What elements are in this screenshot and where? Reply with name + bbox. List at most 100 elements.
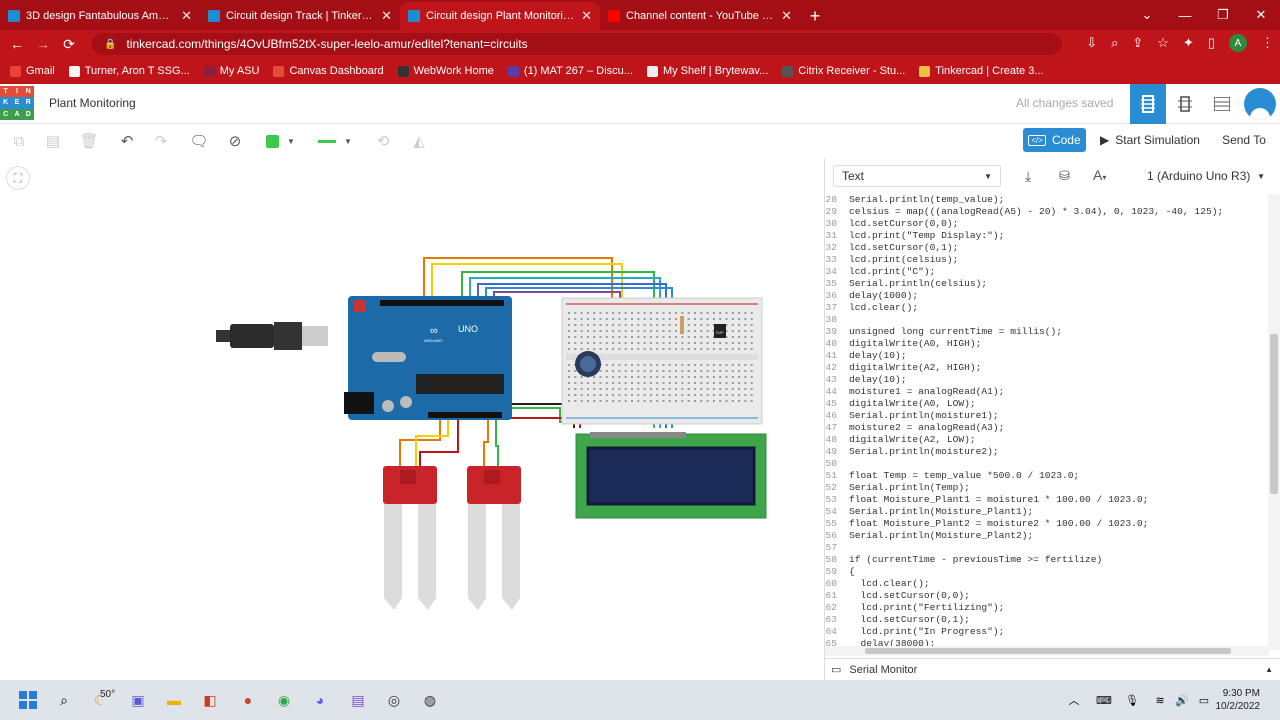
bookmark-item[interactable]: Canvas Dashboard (273, 65, 384, 77)
extensions-icon[interactable]: ✦ (1183, 35, 1194, 51)
color-picker[interactable]: ▼ (266, 130, 302, 152)
wire-type-picker[interactable]: ▼ (318, 130, 358, 152)
paste-icon[interactable]: ▤ (42, 130, 64, 152)
serial-monitor-bar[interactable]: ▭ Serial Monitor ▲ (825, 658, 1280, 680)
download-icon[interactable]: ⤓ (1025, 168, 1031, 185)
browser-tab[interactable]: Circuit design Track | Tinkercad ✕ (200, 2, 400, 30)
board-select[interactable]: 1 (Arduino Uno R3) ▼ (1139, 165, 1273, 187)
bookmark-item[interactable]: Tinkercad | Create 3... (919, 65, 1043, 77)
lock-icon[interactable]: 🔒 (104, 39, 116, 50)
close-tab-icon[interactable]: ✕ (581, 8, 592, 24)
media-icon[interactable]: ▤ (346, 688, 370, 712)
code-button[interactable]: </> Code (1023, 128, 1086, 152)
back-icon[interactable]: ← (4, 36, 30, 52)
chrome-icon[interactable]: ◉ (272, 688, 296, 712)
close-tab-icon[interactable]: ✕ (781, 8, 792, 24)
office-icon[interactable]: ◧ (198, 688, 222, 712)
minimize-button[interactable]: — (1166, 0, 1204, 30)
breadboard-hole (744, 388, 747, 390)
code-horizontal-scroll-thumb[interactable] (865, 648, 1231, 654)
profile-avatar[interactable]: A (1229, 34, 1247, 52)
lcd-display[interactable] (575, 432, 767, 519)
font-size-icon[interactable]: A▾ (1093, 167, 1106, 183)
bookmark-item[interactable]: My Shelf | Brytewav... (646, 65, 768, 77)
close-tab-icon[interactable]: ✕ (181, 8, 192, 24)
breadboard-hole (719, 388, 722, 390)
arduino-uno-board[interactable]: ∞ UNO ARDUINO (344, 296, 512, 420)
wifi-icon[interactable]: ≋ (1148, 688, 1172, 712)
browser-tab[interactable]: 3D design Fantabulous Amberis | ✕ (0, 2, 200, 30)
file-explorer-icon[interactable]: ▬ (162, 688, 186, 712)
send-to-button[interactable]: Send To (1215, 128, 1273, 152)
soil-moisture-sensor-1[interactable] (383, 466, 437, 610)
install-icon[interactable]: ⇩ (1086, 35, 1097, 51)
bookmark-star-icon[interactable]: ☆ (1157, 35, 1169, 51)
bookmark-item[interactable]: Turner, Aron T SSG... (68, 65, 190, 77)
sidepanel-icon[interactable]: ▯ (1208, 35, 1215, 51)
obs-icon[interactable]: ◎ (382, 688, 406, 712)
code-vertical-scrollbar[interactable] (1268, 194, 1280, 650)
expand-icon[interactable]: ▲ (1265, 665, 1273, 674)
circuit-view-button[interactable] (1130, 84, 1166, 124)
bookmark-item[interactable]: (1) MAT 267 – Discu... (507, 65, 633, 77)
close-window-button[interactable]: ✕ (1242, 0, 1280, 30)
notes-visibility-icon[interactable]: ⊘ (224, 130, 246, 152)
windows-start-icon[interactable] (16, 688, 40, 712)
project-title[interactable]: Plant Monitoring (49, 96, 136, 110)
url-field[interactable]: 🔒 tinkercad.com/things/4OvUBfm52tX-super… (92, 33, 1062, 55)
redo-icon[interactable]: ↷ (150, 130, 172, 152)
bookmark-item[interactable]: Gmail (10, 65, 55, 77)
breadboard[interactable]: TMP (561, 297, 763, 425)
breadboard-hole (599, 400, 602, 402)
taskbar-clock[interactable]: 9:30 PM 10/2/2022 (1216, 687, 1261, 713)
app-icon[interactable]: ◍ (418, 688, 442, 712)
copy-icon[interactable]: ⧉ (8, 130, 30, 152)
breadboard-hole (700, 336, 703, 338)
breadboard-hole (586, 348, 589, 350)
upload-icon[interactable]: ⛁ (1059, 168, 1070, 184)
user-avatar[interactable] (1242, 84, 1278, 124)
code-editor[interactable]: 28 Serial.println(temp_value); 29 celsius =… (825, 194, 1269, 650)
component-list-button[interactable] (1204, 84, 1240, 124)
zoom-icon[interactable]: ⌕ (1111, 35, 1118, 51)
browser-tab[interactable]: Channel content - YouTube Studi ✕ (600, 2, 800, 30)
bookmark-item[interactable]: WebWork Home (397, 65, 494, 77)
delete-icon[interactable]: 🗑 (78, 130, 100, 152)
search-icon[interactable]: ⌕ (52, 688, 76, 712)
notes-icon[interactable]: 🗨 (188, 130, 210, 152)
battery-icon[interactable]: ▭ (1192, 688, 1216, 712)
menu-icon[interactable]: ⋮ (1261, 35, 1274, 51)
start-simulation-button[interactable]: ▶ Start Simulation (1094, 128, 1206, 152)
bookmark-item[interactable]: My ASU (203, 65, 259, 77)
tab-search-icon[interactable]: ⌄ (1128, 0, 1166, 30)
teams-icon[interactable]: ▣ (126, 688, 150, 712)
discord-icon[interactable]: ◕ (308, 688, 332, 712)
weather-temp: 50° (100, 689, 116, 700)
share-icon[interactable]: ⇪ (1132, 35, 1143, 51)
powerpoint-icon[interactable]: ● (236, 688, 260, 712)
new-tab-button[interactable]: + (800, 2, 830, 30)
code-horizontal-scrollbar[interactable] (825, 646, 1269, 656)
volume-icon[interactable]: 🔊 (1170, 688, 1194, 712)
line-text: delay(1000); (849, 290, 919, 301)
usb-cable[interactable] (216, 322, 328, 350)
rotate-icon[interactable]: ⟲ (372, 130, 394, 152)
reload-icon[interactable]: ⟳ (56, 36, 82, 53)
forward-icon[interactable]: → (30, 36, 56, 52)
soil-moisture-sensor-2[interactable] (467, 466, 521, 610)
schematic-view-button[interactable] (1167, 84, 1203, 124)
code-line: 53 float Moisture_Plant1 = moisture1 * 10… (825, 494, 1269, 506)
undo-icon[interactable]: ↶ (116, 130, 138, 152)
tray-chevron-icon[interactable]: ︿ (1062, 688, 1086, 712)
maximize-button[interactable]: ❐ (1204, 0, 1242, 30)
tinkercad-logo[interactable]: TINKERCAD (0, 86, 34, 120)
code-mode-select[interactable]: Text ▼ (833, 165, 1001, 187)
flip-icon[interactable]: ◭ (408, 130, 430, 152)
close-tab-icon[interactable]: ✕ (381, 8, 392, 24)
keyboard-icon[interactable]: ⌨ (1092, 688, 1116, 712)
code-vertical-scroll-thumb[interactable] (1270, 334, 1278, 494)
circuit-canvas[interactable]: ⛶ ∞ UNO ARDUINO TMP (0, 158, 824, 680)
bookmark-item[interactable]: Citrix Receiver - Stu... (782, 65, 905, 77)
microphone-icon[interactable]: 🎙 (1120, 688, 1144, 712)
browser-tab[interactable]: Circuit design Plant Monitoring | ✕ (400, 2, 600, 30)
